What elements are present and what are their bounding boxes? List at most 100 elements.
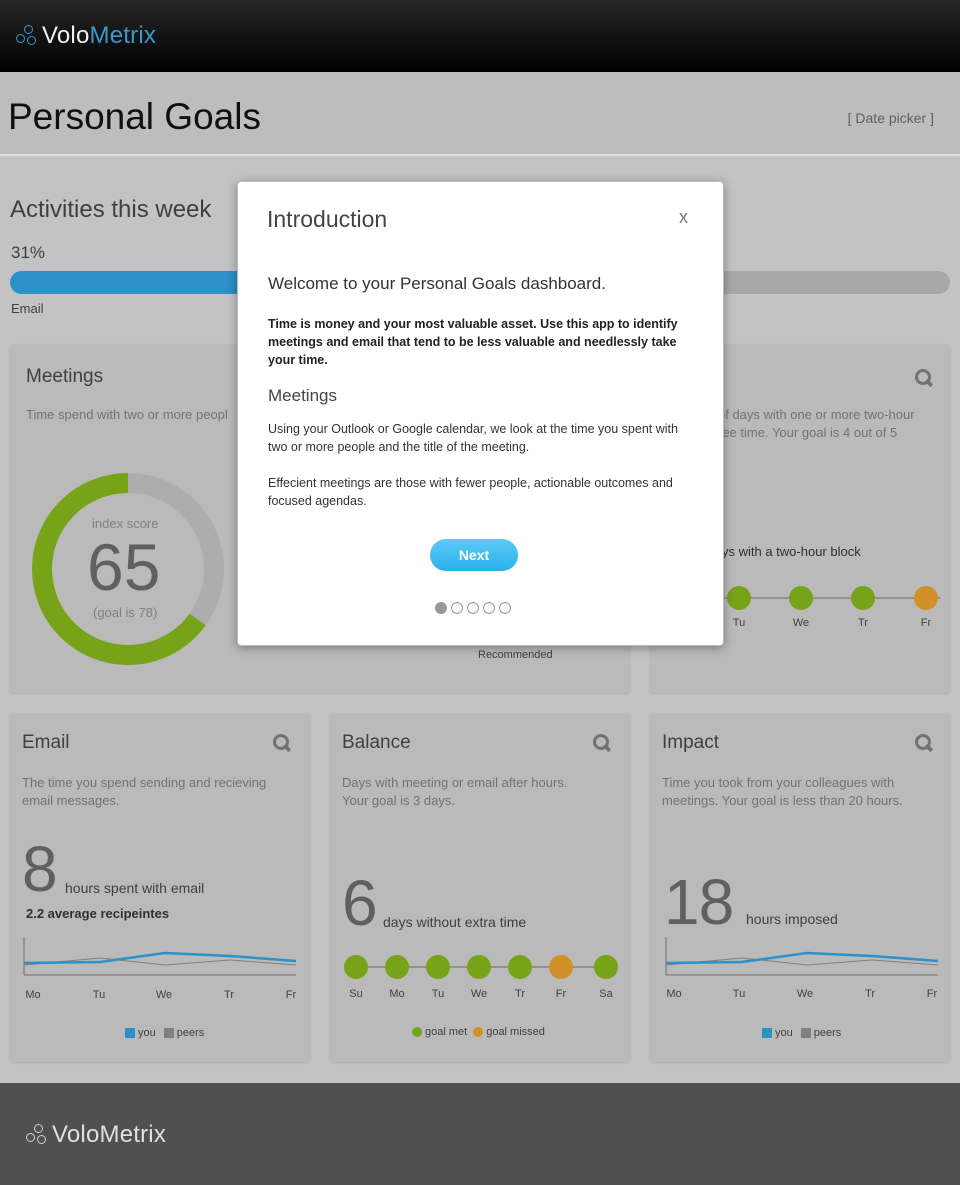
balance-dot-met bbox=[426, 955, 450, 979]
impact-day-fr: Fr bbox=[926, 988, 938, 1000]
impact-title: Impact bbox=[662, 732, 720, 753]
date-picker[interactable]: [ Date picker ] bbox=[848, 110, 934, 126]
balance-day-tu: Tu bbox=[431, 988, 445, 1000]
pager-dot-2[interactable] bbox=[451, 602, 463, 614]
impact-line-chart bbox=[665, 937, 939, 976]
legend-peers: peers bbox=[813, 1027, 842, 1039]
focus-dot-met bbox=[727, 586, 751, 610]
email-legend: you peers bbox=[125, 1027, 204, 1039]
impact-day-tr: Tr bbox=[865, 988, 875, 1000]
balance-dot-met bbox=[385, 955, 409, 979]
legend-peers: peers bbox=[176, 1027, 205, 1039]
footer-logo[interactable]: VoloMetrix bbox=[26, 1121, 166, 1149]
pager-dot-5[interactable] bbox=[499, 602, 511, 614]
pager-dot-3[interactable] bbox=[467, 602, 479, 614]
balance-days-value: 6 bbox=[342, 867, 378, 939]
focus-block-label: ys with a two-hour block bbox=[722, 544, 861, 559]
search-icon[interactable] bbox=[914, 733, 934, 753]
modal-intro: Time is money and your most valuable ass… bbox=[268, 317, 678, 367]
modal-title: Introduction bbox=[267, 206, 388, 232]
email-description: The time you spend sending and recieving… bbox=[22, 775, 267, 808]
focus-day-tr: Tr bbox=[858, 617, 868, 629]
email-day-fr: Fr bbox=[285, 989, 297, 1001]
legend-you: you bbox=[138, 1027, 156, 1039]
balance-dot-met bbox=[467, 955, 491, 979]
legend-you-swatch bbox=[125, 1028, 135, 1038]
legend-peers-swatch bbox=[163, 1028, 174, 1038]
email-day-tu: Tu bbox=[92, 989, 106, 1001]
impact-legend: you peers bbox=[762, 1027, 841, 1039]
focus-description: of days with one or more two-hour ree ti… bbox=[718, 407, 915, 440]
logo-text-volo: Volo bbox=[42, 22, 90, 49]
logo-mark-icon bbox=[26, 1124, 48, 1146]
impact-card[interactable]: Impact Time you took from your colleague… bbox=[650, 713, 950, 1062]
focus-day-tu: Tu bbox=[732, 617, 746, 629]
volometrix-logo[interactable]: Volo Metrix bbox=[16, 22, 156, 50]
balance-day-mo: Mo bbox=[389, 988, 405, 1000]
email-day-mo: Mo bbox=[25, 989, 41, 1001]
balance-legend: goal met goal missed bbox=[412, 1026, 545, 1038]
search-icon[interactable] bbox=[914, 368, 934, 388]
email-hours-value: 8 bbox=[22, 833, 58, 905]
email-line-chart bbox=[23, 937, 297, 976]
email-recipients: 2.2 average recipeintes bbox=[26, 906, 170, 921]
next-button[interactable]: Next bbox=[430, 539, 518, 571]
activities-title: Activities this week bbox=[10, 196, 212, 223]
meetings-title: Meetings bbox=[26, 366, 104, 387]
close-icon[interactable]: x bbox=[679, 207, 688, 228]
focus-dot-met bbox=[789, 586, 813, 610]
legend-missed-swatch bbox=[473, 1027, 484, 1037]
email-card[interactable]: Email The time you spend sending and rec… bbox=[10, 713, 310, 1062]
title-bar: Personal Goals [ Date picker ] bbox=[0, 72, 960, 156]
legend-you-swatch bbox=[762, 1028, 772, 1038]
search-icon[interactable] bbox=[272, 733, 292, 753]
modal-section-title: Meetings bbox=[268, 386, 337, 405]
balance-day-dots bbox=[344, 955, 618, 979]
search-icon[interactable] bbox=[592, 733, 612, 753]
index-score-label: index score bbox=[92, 516, 159, 531]
balance-title: Balance bbox=[342, 732, 411, 753]
modal-paragraph-2: Effecient meetings are those with fewer … bbox=[268, 476, 673, 508]
modal-pager bbox=[435, 602, 511, 614]
email-day-we: We bbox=[155, 989, 173, 1001]
balance-card[interactable]: Balance Days with meeting or email after… bbox=[330, 713, 630, 1062]
balance-dot-met bbox=[508, 955, 532, 979]
legend-goal-missed: goal missed bbox=[486, 1026, 545, 1038]
focus-dot-met bbox=[851, 586, 875, 610]
modal-welcome: Welcome to your Personal Goals dashboard… bbox=[268, 274, 606, 293]
impact-day-mo: Mo bbox=[666, 988, 682, 1000]
focus-dot-missed bbox=[914, 586, 938, 610]
introduction-modal: Introduction x Welcome to your Personal … bbox=[237, 181, 724, 646]
pager-dot-1[interactable] bbox=[435, 602, 447, 614]
impact-hours-value: 18 bbox=[664, 866, 734, 938]
impact-description: Time you took from your colleagues with … bbox=[662, 775, 903, 808]
focus-day-we: We bbox=[792, 617, 810, 629]
index-score-value: 65 bbox=[87, 530, 161, 604]
meetings-description: Time spend with two or more peopl bbox=[26, 407, 228, 422]
balance-day-sa: Sa bbox=[599, 988, 613, 1000]
balance-day-we: We bbox=[470, 988, 488, 1000]
balance-day-fr: Fr bbox=[555, 988, 567, 1000]
impact-day-we: We bbox=[796, 988, 814, 1000]
email-hours-label: hours spent with email bbox=[65, 880, 205, 896]
logo-text-metrix: Metrix bbox=[89, 22, 157, 49]
index-score-goal: (goal is 78) bbox=[93, 605, 158, 620]
focus-day-fr: Fr bbox=[920, 617, 932, 629]
logo-mark-icon bbox=[16, 25, 38, 47]
impact-hours-label: hours imposed bbox=[746, 911, 838, 927]
balance-days-label: days without extra time bbox=[383, 914, 527, 930]
footer: VoloMetrix bbox=[0, 1083, 960, 1185]
balance-description: Days with meeting or email after hours. … bbox=[342, 775, 568, 808]
balance-day-tr: Tr bbox=[515, 988, 525, 1000]
progress-segment-label: Email bbox=[11, 301, 44, 316]
footer-logo-text: VoloMetrix bbox=[52, 1121, 167, 1148]
pager-dot-4[interactable] bbox=[483, 602, 495, 614]
balance-dot-met bbox=[594, 955, 618, 979]
page-title: Personal Goals bbox=[8, 96, 261, 137]
legend-goal-met: goal met bbox=[425, 1026, 468, 1038]
recommended-label: Recommended bbox=[478, 649, 553, 661]
email-title: Email bbox=[22, 732, 70, 753]
activities-percent: 31% bbox=[11, 243, 46, 262]
email-day-tr: Tr bbox=[224, 989, 234, 1001]
balance-dot-met bbox=[344, 955, 368, 979]
